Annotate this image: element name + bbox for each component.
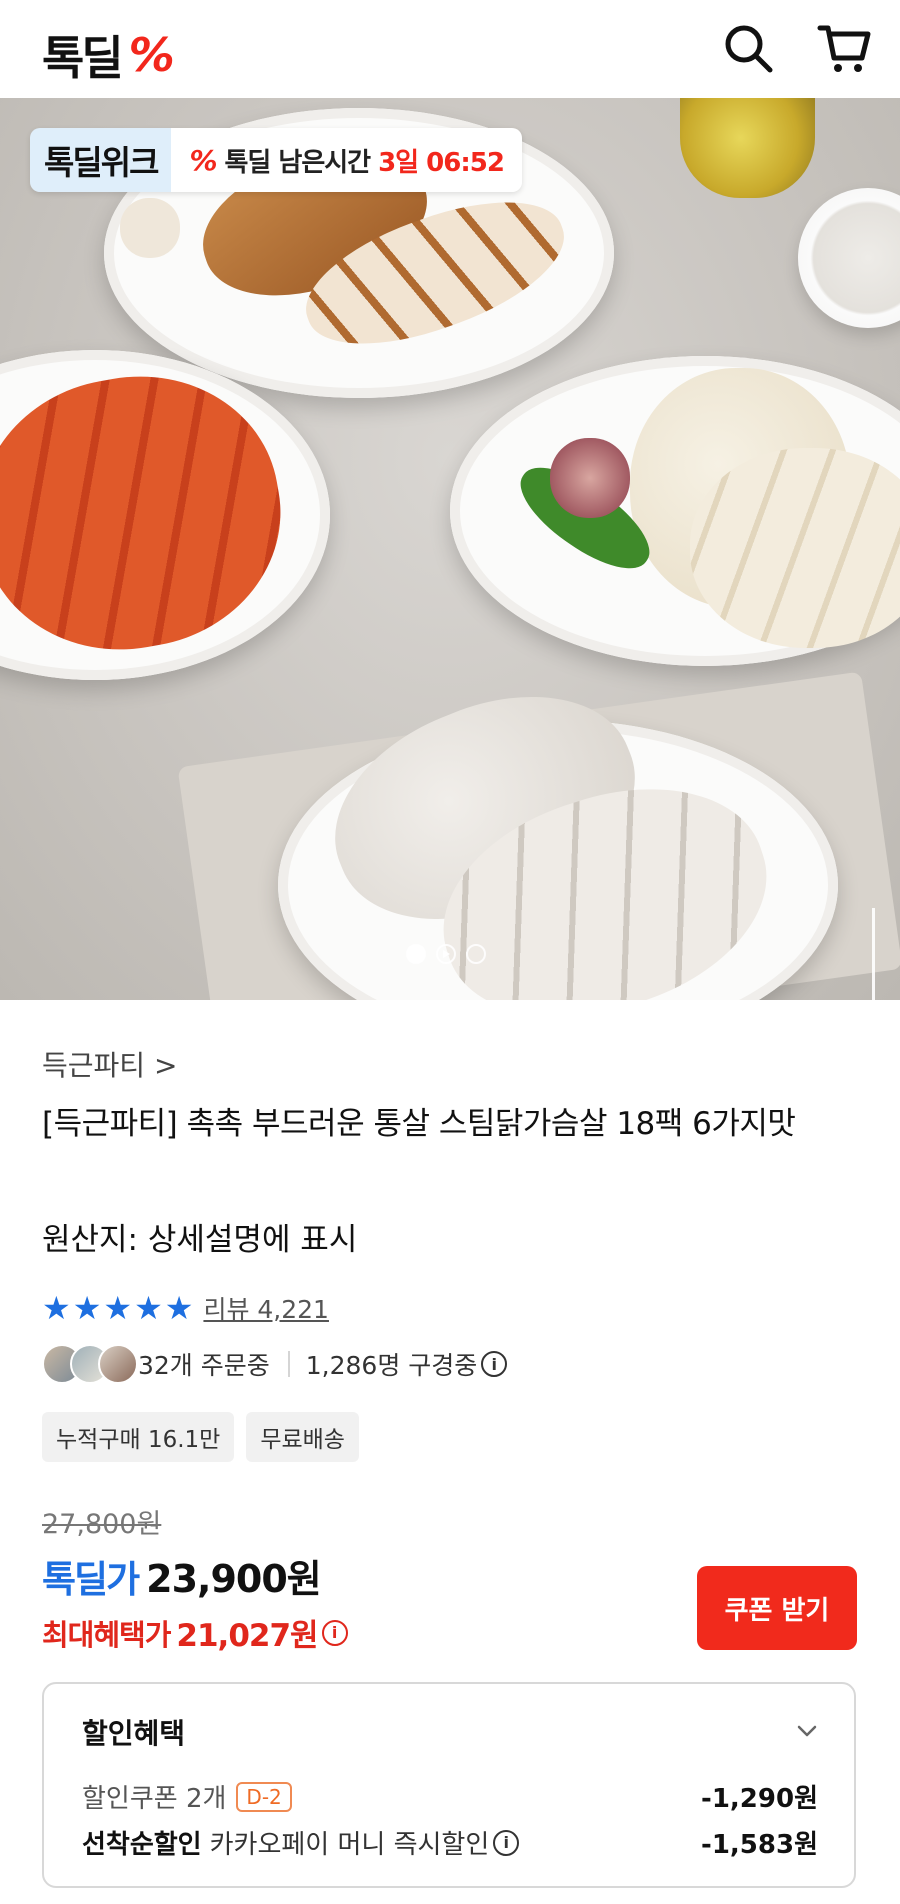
product-chips: 누적구매 16.1만 무료배송 bbox=[42, 1412, 359, 1462]
product-title: [득근파티] 촉촉 부드러운 통살 스팀닭가슴살 18팩 6가지맛 bbox=[42, 1106, 796, 1142]
review-link[interactable]: 리뷰 4,221 bbox=[203, 1290, 329, 1326]
talkdeal-logo[interactable]: 톡딜 % bbox=[42, 22, 175, 88]
search-icon[interactable] bbox=[720, 20, 776, 76]
info-icon[interactable]: i bbox=[321, 1619, 348, 1646]
star-icon: ★ bbox=[103, 1289, 133, 1327]
sauce-bowl-image bbox=[798, 188, 900, 328]
ordering-count: 32개 주문중 bbox=[138, 1351, 270, 1380]
logo-text: 톡딜 bbox=[42, 31, 124, 85]
star-icon: ★ bbox=[42, 1289, 71, 1327]
talkdeal-week-badge: 톡딜위크 % 톡딜 남은시간 3일 06:52 bbox=[30, 128, 522, 192]
onion-image bbox=[550, 438, 630, 518]
cumulative-purchase-chip: 누적구매 16.1만 bbox=[42, 1412, 235, 1462]
brand-link[interactable]: 득근파티 > bbox=[42, 1044, 177, 1084]
d-day-badge: D-2 bbox=[236, 1781, 292, 1812]
discount-benefit-panel[interactable]: 할인혜택 할인쿠폰 2개 D-2 -1,290원 선착순할인 카카오페이 머니 … bbox=[42, 1682, 856, 1888]
talkdeal-week-label: 톡딜위크 bbox=[30, 128, 172, 192]
carousel-dot[interactable] bbox=[406, 944, 426, 964]
info-icon[interactable]: i bbox=[481, 1351, 508, 1377]
first-come-discount-row: 선착순할인 카카오페이 머니 즉시할인 i -1,583원 bbox=[82, 1824, 818, 1861]
star-icon: ★ bbox=[72, 1289, 102, 1327]
avatar bbox=[98, 1344, 138, 1384]
coupon-discount-row: 할인쿠폰 2개 D-2 -1,290원 bbox=[82, 1778, 818, 1815]
timer-label: 톡딜 남은시간 bbox=[224, 147, 372, 178]
coupon-amount: -1,290원 bbox=[701, 1784, 818, 1814]
chevron-down-icon[interactable] bbox=[796, 1720, 818, 1742]
logo-percent-mark: % bbox=[128, 28, 175, 82]
first-come-label: 선착순할인 bbox=[82, 1830, 202, 1860]
info-icon[interactable]: i bbox=[493, 1829, 520, 1856]
benefit-title: 할인혜택 bbox=[82, 1717, 186, 1750]
garlic-image bbox=[120, 198, 180, 258]
free-shipping-chip: 무료배송 bbox=[246, 1412, 359, 1462]
timer-value: 3일 06:52 bbox=[378, 147, 505, 178]
product-image-carousel[interactable]: 톡딜위크 % 톡딜 남은시간 3일 06:52 bbox=[0, 98, 900, 1000]
original-price: 27,800원 bbox=[42, 1509, 162, 1540]
deal-price-row: 톡딜가 23,900원 bbox=[42, 1548, 322, 1603]
percent-icon: % bbox=[189, 143, 217, 177]
max-benefit-label: 최대혜택가 bbox=[42, 1617, 171, 1652]
viewing-count: 1,286명 구경중 bbox=[305, 1351, 478, 1380]
rating-stars: ★ ★ ★ ★ ★ bbox=[42, 1292, 193, 1324]
divider bbox=[287, 1351, 290, 1377]
origin-text: 원산지: 상세설명에 표시 bbox=[42, 1222, 358, 1258]
cart-icon[interactable] bbox=[816, 20, 872, 76]
get-coupon-button[interactable]: 쿠폰 받기 bbox=[697, 1566, 857, 1650]
deal-timer: % 톡딜 남은시간 3일 06:52 bbox=[171, 128, 522, 192]
carousel-dots bbox=[406, 944, 486, 964]
play-icon[interactable] bbox=[436, 944, 456, 964]
deal-price: 23,900원 bbox=[146, 1557, 322, 1601]
buyer-avatars bbox=[42, 1344, 138, 1384]
kakaopay-label: 카카오페이 머니 즉시할인 bbox=[209, 1830, 490, 1860]
first-come-amount: -1,583원 bbox=[701, 1830, 818, 1860]
oil-bottle-image bbox=[680, 98, 815, 198]
max-benefit-row: 최대혜택가 21,027원 i bbox=[42, 1610, 348, 1655]
scroll-indicator bbox=[872, 908, 875, 1000]
deal-price-label: 톡딜가 bbox=[42, 1558, 140, 1601]
sliced-herb-chicken-image bbox=[690, 448, 900, 648]
social-proof-row: 32개 주문중 1,286명 구경중 i bbox=[42, 1344, 508, 1384]
star-icon: ★ bbox=[134, 1289, 163, 1327]
coupon-label: 할인쿠폰 2개 bbox=[82, 1784, 227, 1814]
top-header: 톡딜 % bbox=[0, 0, 900, 98]
rating-row: ★ ★ ★ ★ ★ 리뷰 4,221 bbox=[42, 1290, 329, 1326]
star-icon: ★ bbox=[164, 1289, 194, 1327]
carousel-dot[interactable] bbox=[466, 944, 486, 964]
max-benefit-price: 21,027원 bbox=[176, 1618, 318, 1654]
